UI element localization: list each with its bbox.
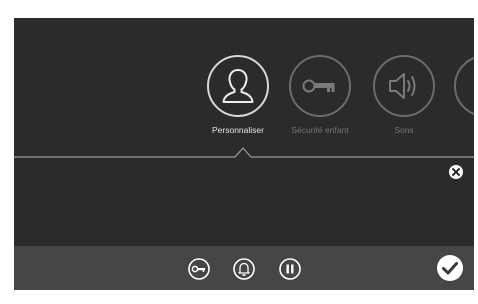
menu-item-next-partial[interactable] <box>445 55 474 117</box>
menu-label-personnaliser: Personnaliser <box>212 125 264 135</box>
menu-item-securite-enfant[interactable]: Sécurité enfant <box>280 55 360 135</box>
person-icon <box>207 55 269 117</box>
bell-icon[interactable] <box>233 258 255 280</box>
menu-item-personnaliser[interactable]: Personnaliser <box>198 55 278 135</box>
tv-menu-screen: Personnaliser Sécurité enfant Sons <box>14 18 474 290</box>
menu-label-sons: Sons <box>394 125 414 135</box>
key-icon <box>289 55 351 117</box>
speaker-icon <box>373 55 435 117</box>
check-icon[interactable] <box>436 254 464 282</box>
close-icon[interactable] <box>448 164 464 180</box>
pause-icon[interactable] <box>279 258 301 280</box>
bottom-bar <box>14 246 474 290</box>
key-icon[interactable] <box>188 258 210 280</box>
menu-item-sons[interactable]: Sons <box>364 55 444 135</box>
menu-label-securite-enfant: Sécurité enfant <box>291 125 349 135</box>
menu-divider <box>14 147 474 158</box>
partial-circle-icon <box>454 55 474 117</box>
